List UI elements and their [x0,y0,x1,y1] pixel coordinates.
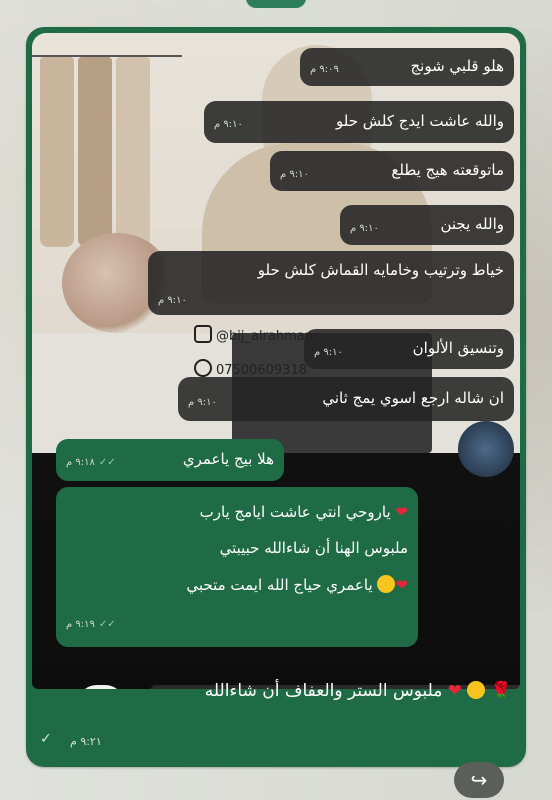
message-line-3: ❤ ياعمري حياج الله ايمت متحبي [186,575,408,594]
smile-emoji-icon [467,681,486,699]
double-check-icon: ✓✓ [98,619,116,630]
message-time: ٩:١٠ م [350,223,379,234]
check-icon: ✓ [40,731,52,747]
heart-emoji-icon: ❤ [447,681,463,701]
outgoing-bubble[interactable]: هلا بيج ياعمري ✓✓٩:١٨ م [56,439,284,481]
smile-emoji-icon [377,575,396,593]
chat-bubble[interactable]: والله يجنن ٩:١٠ م [340,205,514,245]
message-time: ٩:١٩ م [66,619,95,630]
message-time: ٩:١٠ م [188,397,217,408]
forwarded-caption: 🌹 ❤ ملبوس الستر والعفاف أن شاءالله [204,681,512,701]
double-check-icon: ✓✓ [98,457,116,468]
caption-time: ٩:٢١ م [70,735,102,748]
outgoing-bubble-long[interactable]: ❤ ياروحي انتي عاشت ايامج يارب ملبوس الهن… [56,487,418,647]
rose-emoji-icon: 🌹 [490,681,512,701]
message-time: ٩:١٠ م [214,119,243,130]
heart-emoji-icon: ❤ [395,503,408,521]
message-time: ٩:١٠ م [280,169,309,180]
instagram-icon [194,325,212,343]
previous-message-edge [246,0,306,8]
message-text: وتنسيق الألوان [412,339,504,357]
chat-bubble[interactable]: خياط وترتيب وخامايه القماش كلش حلو ٩:١٠ … [148,251,514,315]
message-text: ان شاله ارجع اسوي يمج ثاني [322,389,504,407]
chat-bubble[interactable]: وتنسيق الألوان ٩:١٠ م [304,329,514,369]
chat-bubble[interactable]: ماتوقعته هيج يطلع ٩:١٠ م [270,151,514,191]
message-time: ٩:١٠ م [158,295,187,306]
shop-logo [458,421,514,477]
message-time: ٩:٠٩ م [310,64,339,75]
phone-number: 07500609318 [194,359,307,378]
message-time: ٩:١٠ م [314,347,343,358]
shared-screenshot-image[interactable]: @bij_alrahman 07500609318 هلو قلبي شونج … [32,33,520,689]
message-text: خياط وترتيب وخامايه القماش كلش حلو [257,261,504,279]
instagram-handle: @bij_alrahman [194,325,313,344]
heart-emoji-icon: ❤ [395,576,408,594]
message-text: ماتوقعته هيج يطلع [391,161,504,179]
phone-icon [194,359,212,377]
chat-bubble[interactable]: ان شاله ارجع اسوي يمج ثاني ٩:١٠ م [178,377,514,421]
message-text: والله عاشت ايدج كلش حلو [336,112,504,130]
garment [78,57,112,247]
message-time: ٩:١٨ م [66,457,95,468]
garment [40,57,74,247]
message-text: هلو قلبي شونج [410,57,504,75]
garment [116,57,150,247]
message-text: هلا بيج ياعمري [182,450,274,468]
message-line-2: ملبوس الهنا أن شاءالله حبيبتي [219,539,408,557]
message-card[interactable]: @bij_alrahman 07500609318 هلو قلبي شونج … [26,27,526,767]
message-line-1: ❤ ياروحي انتي عاشت ايامج يارب [199,503,408,521]
chat-bubble[interactable]: والله عاشت ايدج كلش حلو ٩:١٠ م [204,101,514,143]
message-text: والله يجنن [440,215,504,233]
chat-bubble[interactable]: هلو قلبي شونج ٩:٠٩ م [300,48,514,86]
share-forward-icon[interactable]: ↪ [454,762,504,798]
